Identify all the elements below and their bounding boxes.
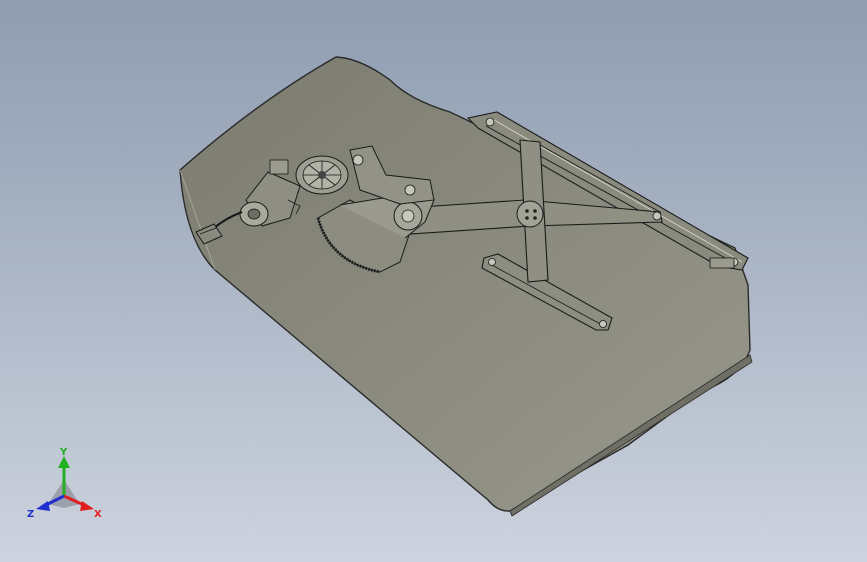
window-regulator-model[interactable] bbox=[0, 0, 867, 562]
cad-viewport[interactable]: Y X Z bbox=[0, 0, 867, 562]
y-axis-label: Y bbox=[59, 447, 68, 458]
glass-panel-icon bbox=[179, 56, 753, 517]
orientation-triad: Y X Z bbox=[27, 447, 102, 520]
x-axis-label: X bbox=[94, 509, 102, 520]
z-axis-label: Z bbox=[27, 509, 34, 520]
